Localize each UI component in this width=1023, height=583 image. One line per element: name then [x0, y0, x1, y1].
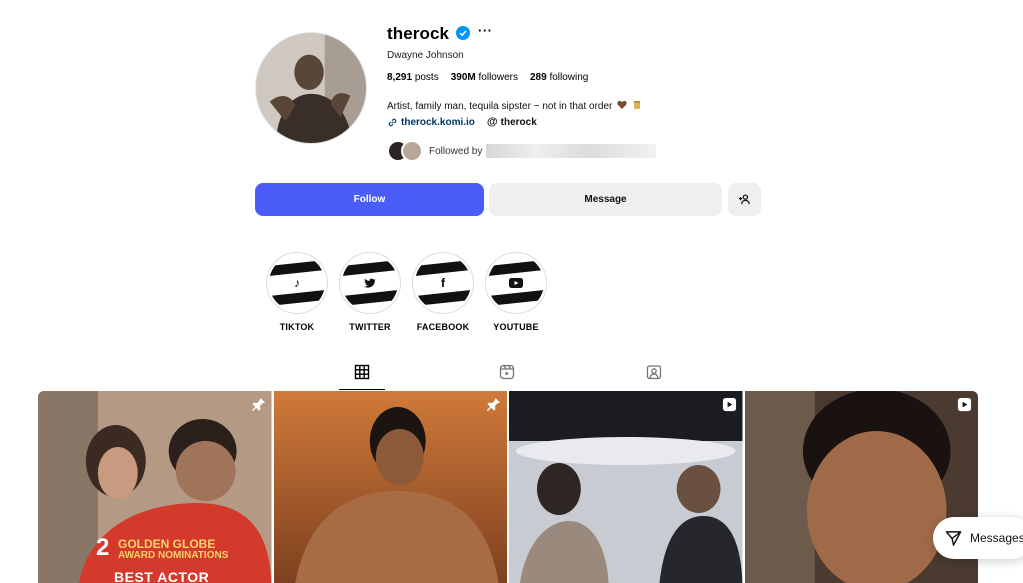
posts-grid-icon [354, 364, 370, 380]
messages-button[interactable]: Messages [933, 517, 1023, 559]
following-count: 289 [529, 72, 547, 83]
post-tile[interactable] [509, 391, 743, 583]
verified-badge-icon [456, 26, 470, 40]
profile-full-name: Dwayne Johnson [387, 50, 464, 61]
tagged-icon [646, 365, 662, 380]
bio-text: Artist, family man, tequila sipster ~ no… [387, 101, 613, 112]
message-button[interactable]: Message [489, 183, 722, 216]
highlight-ring [485, 252, 547, 314]
highlight-tiktok[interactable]: ♪ TIKTOK [266, 252, 328, 332]
tequila-emoji-icon [633, 101, 640, 109]
overlay-number: 2 [96, 534, 110, 561]
highlight-ring: f [412, 252, 474, 314]
more-options-icon[interactable]: ··· [478, 24, 493, 38]
messages-label: Messages [970, 531, 1023, 545]
pin-icon [251, 397, 265, 412]
post-tile[interactable]: 2 GOLDEN GLOBE AWARD NOMINATIONS BEST AC… [38, 391, 272, 583]
heart-emoji-icon [617, 100, 627, 109]
bio: Artist, family man, tequila sipster ~ no… [387, 100, 642, 112]
profile-links: therock.komi.io @ therock [387, 116, 537, 128]
facebook-icon: f [441, 276, 445, 290]
highlight-youtube[interactable]: YOUTUBE [485, 252, 547, 332]
tab-reels[interactable] [484, 364, 530, 390]
post-tile[interactable] [273, 391, 507, 583]
reel-icon [722, 397, 736, 412]
highlight-cover [488, 255, 544, 311]
link-icon [388, 118, 397, 126]
highlight-ring [339, 252, 401, 314]
tiktok-icon: ♪ [294, 276, 300, 290]
external-link[interactable]: therock.komi.io [387, 117, 475, 128]
threads-icon: @ [486, 116, 498, 128]
highlight-label: YOUTUBE [493, 322, 539, 332]
profile-stats: 8,291 posts 390M followers 289 following [387, 72, 588, 83]
posts-grid: 2 GOLDEN GLOBE AWARD NOMINATIONS BEST AC… [38, 391, 978, 583]
threads-link[interactable]: @ therock [487, 116, 537, 128]
reel-icon [957, 397, 972, 412]
posts-stat: 8,291 posts [387, 72, 439, 83]
followed-by[interactable]: Followed by [387, 140, 657, 162]
highlight-ring: ♪ [266, 252, 328, 314]
following-label: following [549, 72, 589, 83]
follower-avatar [401, 140, 423, 162]
avatar-image [256, 33, 366, 143]
twitter-icon [364, 278, 376, 288]
post-image [509, 391, 743, 583]
tab-tagged[interactable] [631, 364, 677, 390]
story-highlights: ♪ TIKTOK TWITTER f FACEBOOK YOUTUBE [266, 252, 547, 332]
profile-avatar[interactable] [255, 32, 367, 144]
tab-posts[interactable] [339, 364, 385, 390]
direct-message-icon [945, 530, 962, 546]
external-link-text: therock.komi.io [401, 116, 475, 128]
followers-label: followers [478, 72, 518, 83]
followers-stat[interactable]: 390M followers [451, 72, 518, 83]
pin-icon [486, 397, 501, 412]
profile-tabs [338, 364, 668, 390]
youtube-icon [509, 278, 523, 288]
highlight-twitter[interactable]: TWITTER [339, 252, 401, 332]
highlight-facebook[interactable]: f FACEBOOK [412, 252, 474, 332]
highlight-label: TWITTER [349, 322, 391, 332]
highlight-cover: f [415, 255, 471, 311]
highlight-cover: ♪ [269, 255, 325, 311]
highlight-label: TIKTOK [279, 322, 315, 332]
redacted-names [486, 144, 657, 158]
followed-by-label: Followed by [429, 145, 483, 157]
post-image [273, 391, 507, 583]
followers-count: 390M [450, 72, 476, 83]
highlight-cover [342, 255, 398, 311]
posts-count: 8,291 [387, 72, 413, 83]
highlight-label: FACEBOOK [416, 322, 470, 332]
suggested-users-button[interactable] [728, 183, 761, 216]
profile-username: therock [387, 24, 450, 43]
overlay-line2: AWARD NOMINATIONS [118, 550, 229, 561]
posts-label: posts [414, 72, 439, 83]
overlay-line3: BEST ACTOR [114, 569, 210, 583]
reels-icon [499, 364, 515, 380]
overlay-line1: GOLDEN GLOBE [118, 537, 216, 551]
follow-button[interactable]: Follow [255, 183, 484, 216]
add-user-icon [738, 194, 750, 205]
threads-handle: therock [500, 116, 537, 128]
following-stat[interactable]: 289 following [530, 72, 588, 83]
